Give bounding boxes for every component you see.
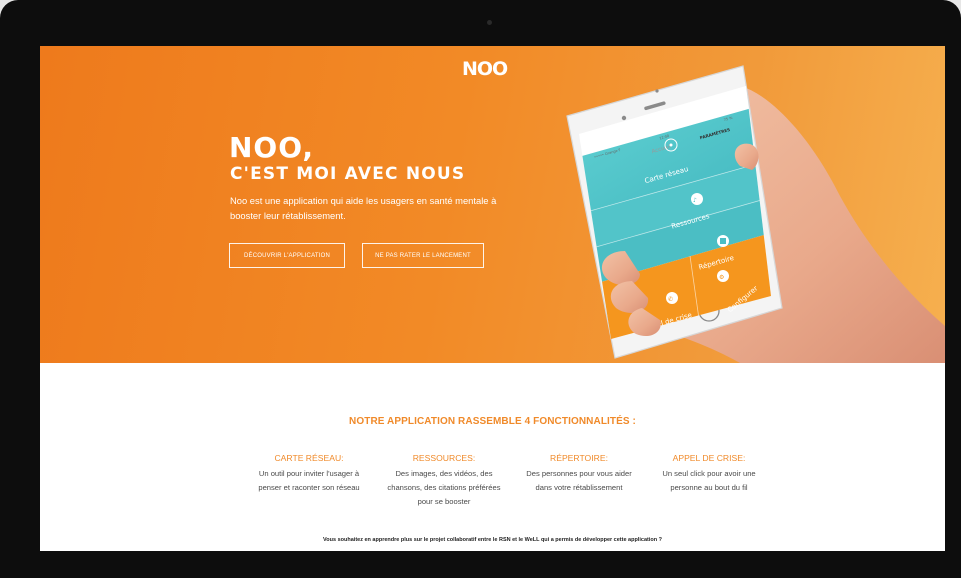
phone-nav-back[interactable]: Accueil — [651, 144, 672, 155]
status-battery: 75 % — [723, 116, 733, 122]
phone-speaker — [644, 101, 666, 111]
phone-menu-item-ressources[interactable]: ♪ Ressources — [670, 193, 711, 231]
webcam-dot — [487, 20, 492, 25]
svg-text:Appel de crise: Appel de crise — [643, 311, 693, 332]
phone-home-button — [698, 300, 720, 322]
svg-text:NOO: NOO — [462, 58, 508, 79]
phone-icon — [666, 292, 678, 304]
network-icon — [664, 138, 678, 152]
svg-text:⚙: ⚙ — [719, 274, 724, 281]
feature-appel-de-crise: APPEL DE CRISE: Un seul click pour avoir… — [639, 453, 779, 495]
svg-text:Configurer: Configurer — [726, 284, 759, 314]
feature-description: Des images, des vidéos, des chansons, de… — [387, 469, 501, 506]
gear-icon — [717, 270, 729, 282]
status-carrier: ••••• Orange F — [594, 148, 622, 159]
menu-panel-4 — [601, 233, 771, 339]
feature-title: CARTE RÉSEAU: — [274, 453, 344, 463]
hero-description: Noo est une application qui aide les usa… — [230, 195, 497, 221]
phone-body — [566, 65, 783, 359]
feature-title: RÉPERTOIRE: — [550, 453, 608, 463]
menu-panel-1 — [582, 108, 760, 211]
feature-description: Un outil pour inviter l'usager à penser … — [258, 469, 360, 492]
phone-screen — [579, 86, 771, 339]
phone-sensor — [655, 89, 659, 93]
phone-menu-item-crise[interactable]: ✆ Appel de crise — [643, 292, 693, 332]
hero-subtitle: C'EST MOI AVEC NOUS — [230, 164, 466, 184]
phone-menu-item-configurer[interactable]: ⚙ Configurer — [717, 270, 759, 314]
features-heading: NOTRE APPLICATION RASSEMBLE 4 FONCTIONNA… — [349, 416, 636, 427]
svg-text:Répertoire: Répertoire — [698, 254, 735, 272]
feature-title: APPEL DE CRISE: — [672, 453, 746, 463]
phone-menu-item-repertoire[interactable]: Répertoire — [698, 235, 735, 272]
svg-text:♪: ♪ — [693, 197, 697, 204]
phone-nav-title[interactable]: PARAMÈTRES — [699, 127, 731, 140]
feature-repertoire: RÉPERTOIRE: Des personnes pour vous aide… — [509, 453, 649, 495]
project-info-link[interactable]: Vous souhaitez en apprendre plus sur le … — [40, 537, 945, 543]
resources-icon — [691, 193, 703, 205]
hand-palm — [626, 86, 945, 363]
thumb — [734, 143, 759, 170]
feature-carte-reseau: CARTE RÉSEAU: Un outil pour inviter l'us… — [239, 453, 379, 495]
phone-camera-dot — [621, 115, 627, 121]
phone-menu-item-carte[interactable]: Carte réseau — [644, 138, 690, 185]
svg-text:✆: ✆ — [668, 296, 673, 303]
finger-2 — [610, 281, 649, 313]
launch-notify-button[interactable]: NE PAS RATER LE LANCEMENT — [362, 243, 484, 268]
menu-panel-2 — [590, 163, 765, 247]
finger-1 — [601, 251, 640, 286]
directory-icon — [717, 235, 729, 247]
hero-banner: NOO NOO, C'EST MOI AVEC NOUS Noo est une… — [40, 46, 945, 363]
finger-3 — [628, 308, 661, 337]
feature-description: Des personnes pour vous aider dans votre… — [526, 469, 632, 492]
noo-logo[interactable]: NOO — [461, 56, 521, 80]
noo-logo-mark: NOO — [462, 58, 509, 79]
svg-text:Ressources: Ressources — [670, 212, 710, 231]
feature-title: RESSOURCES: — [412, 453, 476, 463]
feature-ressources: RESSOURCES: Des images, des vidéos, des … — [374, 453, 514, 509]
svg-text:Carte réseau: Carte réseau — [644, 165, 690, 185]
menu-panel-3 — [596, 199, 771, 282]
hero-title: NOO, — [229, 131, 315, 164]
discover-app-button[interactable]: DÉCOUVRIR L'APPLICATION — [229, 243, 345, 268]
status-time: 12:00 — [659, 134, 670, 141]
website-screen: NOO NOO, C'EST MOI AVEC NOUS Noo est une… — [40, 46, 945, 551]
feature-description: Un seul click pour avoir une personne au… — [662, 469, 756, 492]
